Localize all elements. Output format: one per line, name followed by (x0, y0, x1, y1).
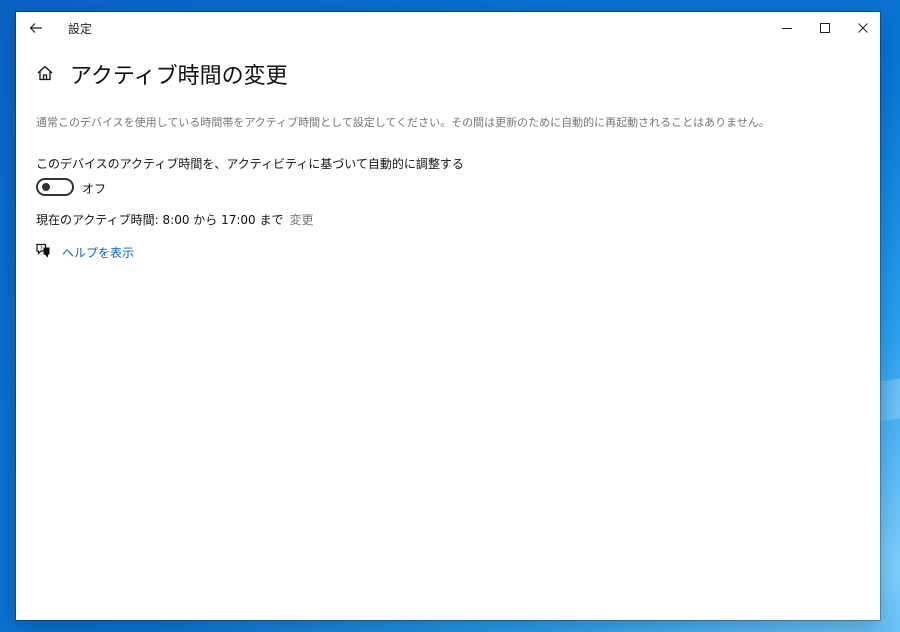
toggle-knob (42, 183, 50, 191)
maximize-button[interactable] (806, 12, 844, 44)
current-active-hours: 現在のアクティブ時間: 8:00 から 17:00 まで 変更 (36, 211, 314, 228)
help-link[interactable]: ヘルプを表示 (62, 244, 134, 261)
app-title: 設定 (68, 22, 93, 36)
toggle-state-label: オフ (82, 182, 107, 196)
close-icon (858, 23, 868, 33)
change-hours-link[interactable]: 変更 (290, 213, 314, 227)
page-description: 通常このデバイスを使用している時間帯をアクティブ時間として設定してください。その… (36, 116, 770, 129)
help-chat-icon: ? (36, 243, 50, 258)
auto-adjust-toggle[interactable] (36, 178, 74, 196)
maximize-icon (820, 23, 830, 33)
title-bar: 設定 (16, 12, 880, 44)
back-button[interactable] (22, 16, 50, 40)
auto-adjust-label: このデバイスのアクティブ時間を、アクティビティに基づいて自動的に調整する (36, 157, 464, 171)
home-icon[interactable] (36, 64, 54, 82)
back-arrow-icon (29, 23, 42, 33)
settings-window: 設定 アクティブ時間の変更 通常このデバイスを使用している時間帯をアクティブ時間… (16, 12, 880, 620)
current-hours-text: 現在のアクティブ時間: 8:00 から 17:00 まで (36, 213, 284, 227)
minimize-icon (782, 28, 792, 29)
page-title: アクティブ時間の変更 (70, 64, 288, 89)
minimize-button[interactable] (768, 12, 806, 44)
svg-text:?: ? (40, 246, 43, 252)
close-button[interactable] (844, 12, 882, 44)
